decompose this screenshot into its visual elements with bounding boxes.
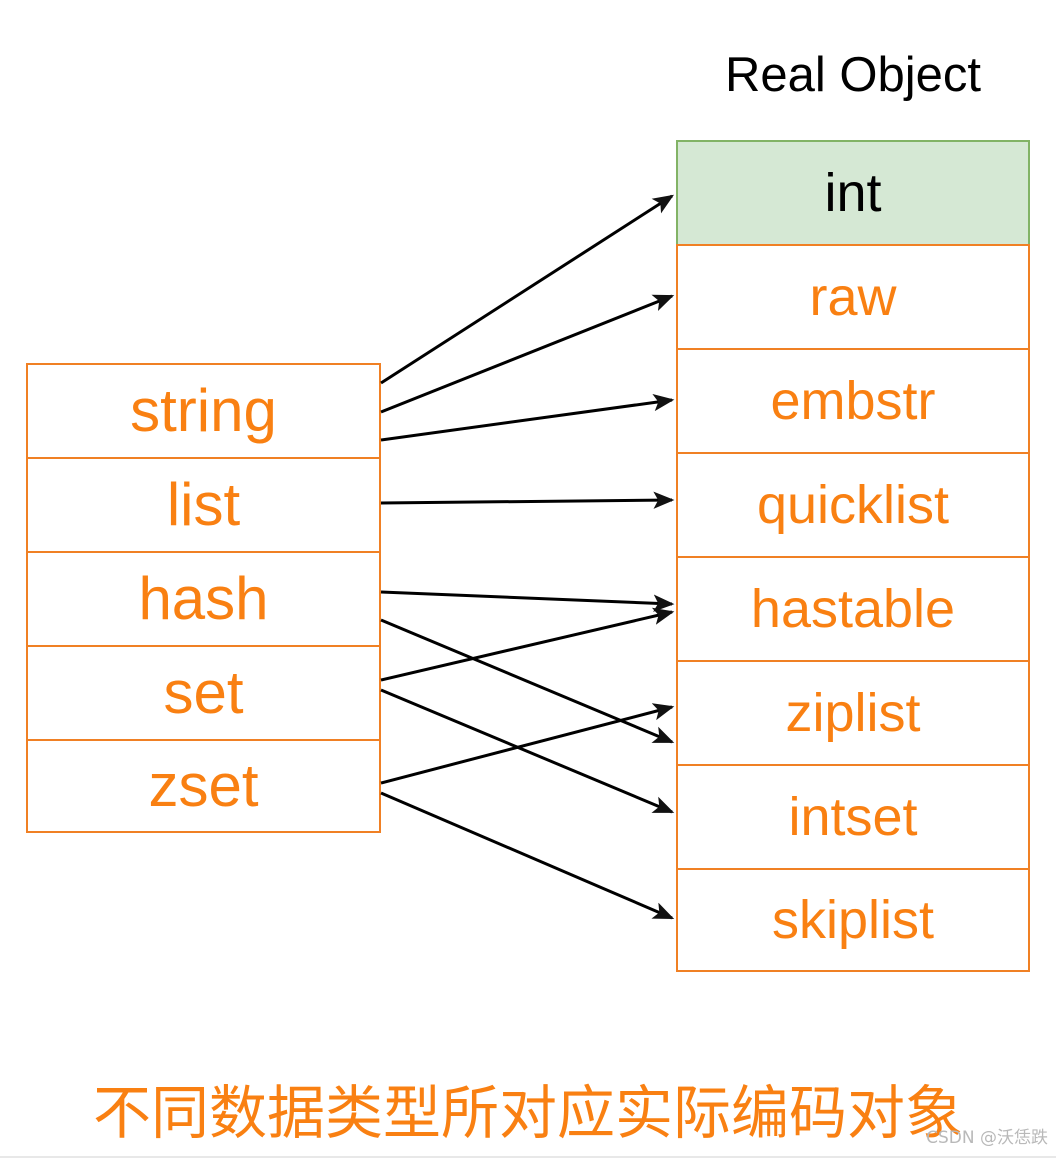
encoding-cell-label: raw — [809, 267, 897, 327]
encoding-cell-label: hastable — [750, 579, 956, 639]
encoding-cell-label: embstr — [770, 371, 936, 431]
arrow-hash-to-ziplist — [380, 618, 675, 744]
type-cell-label: list — [166, 471, 241, 538]
type-cell-label: hash — [138, 565, 269, 632]
type-cell-label: zset — [148, 752, 259, 819]
type-cell-string[interactable]: string — [26, 363, 381, 457]
encoding-cell-raw[interactable]: raw — [676, 244, 1030, 348]
type-cell-label: string — [130, 377, 277, 444]
data-types-column: string list hash set zset — [26, 363, 381, 833]
arrow-string-to-raw — [380, 294, 675, 414]
page-title: Real Object — [724, 48, 981, 102]
type-cell-hash[interactable]: hash — [26, 551, 381, 645]
arrow-set-to-hastable — [380, 607, 675, 682]
watermark: CSDN @沃恁跌 — [926, 1128, 1048, 1148]
type-cell-list[interactable]: list — [26, 457, 381, 551]
encoding-cell-int[interactable]: int — [676, 140, 1030, 244]
encoding-cell-hastable[interactable]: hastable — [676, 556, 1030, 660]
encoding-cell-quicklist[interactable]: quicklist — [676, 452, 1030, 556]
caption-text: 不同数据类型所对应实际编码对象 — [92, 1079, 963, 1147]
arrow-zset-to-ziplist — [380, 703, 675, 785]
arrow-set-to-intset — [380, 688, 675, 814]
arrow-string-to-embstr — [380, 393, 675, 442]
encoding-cell-label: quicklist — [756, 475, 950, 535]
type-cell-zset[interactable]: zset — [26, 739, 381, 833]
encoding-cell-intset[interactable]: intset — [676, 764, 1030, 868]
arrow-string-to-int — [380, 194, 675, 385]
encoding-cell-skiplist[interactable]: skiplist — [676, 868, 1030, 972]
arrow-list-to-quicklist — [380, 491, 675, 509]
encoding-cell-label: int — [824, 163, 882, 223]
encoding-cell-label: skiplist — [771, 890, 935, 950]
encoding-cell-label: ziplist — [785, 683, 921, 743]
type-cell-set[interactable]: set — [26, 645, 381, 739]
arrow-zset-to-skiplist — [380, 791, 675, 920]
diagram-canvas: Real Object string list hash set zset int raw… — [0, 0, 1056, 1158]
encoding-cell-embstr[interactable]: embstr — [676, 348, 1030, 452]
encoding-cell-ziplist[interactable]: ziplist — [676, 660, 1030, 764]
encoding-cell-label: intset — [788, 787, 918, 847]
type-cell-label: set — [163, 659, 244, 726]
arrow-hash-to-hastable — [380, 590, 675, 612]
encodings-column: int raw embstr quicklist hastable ziplist ints… — [676, 140, 1030, 972]
